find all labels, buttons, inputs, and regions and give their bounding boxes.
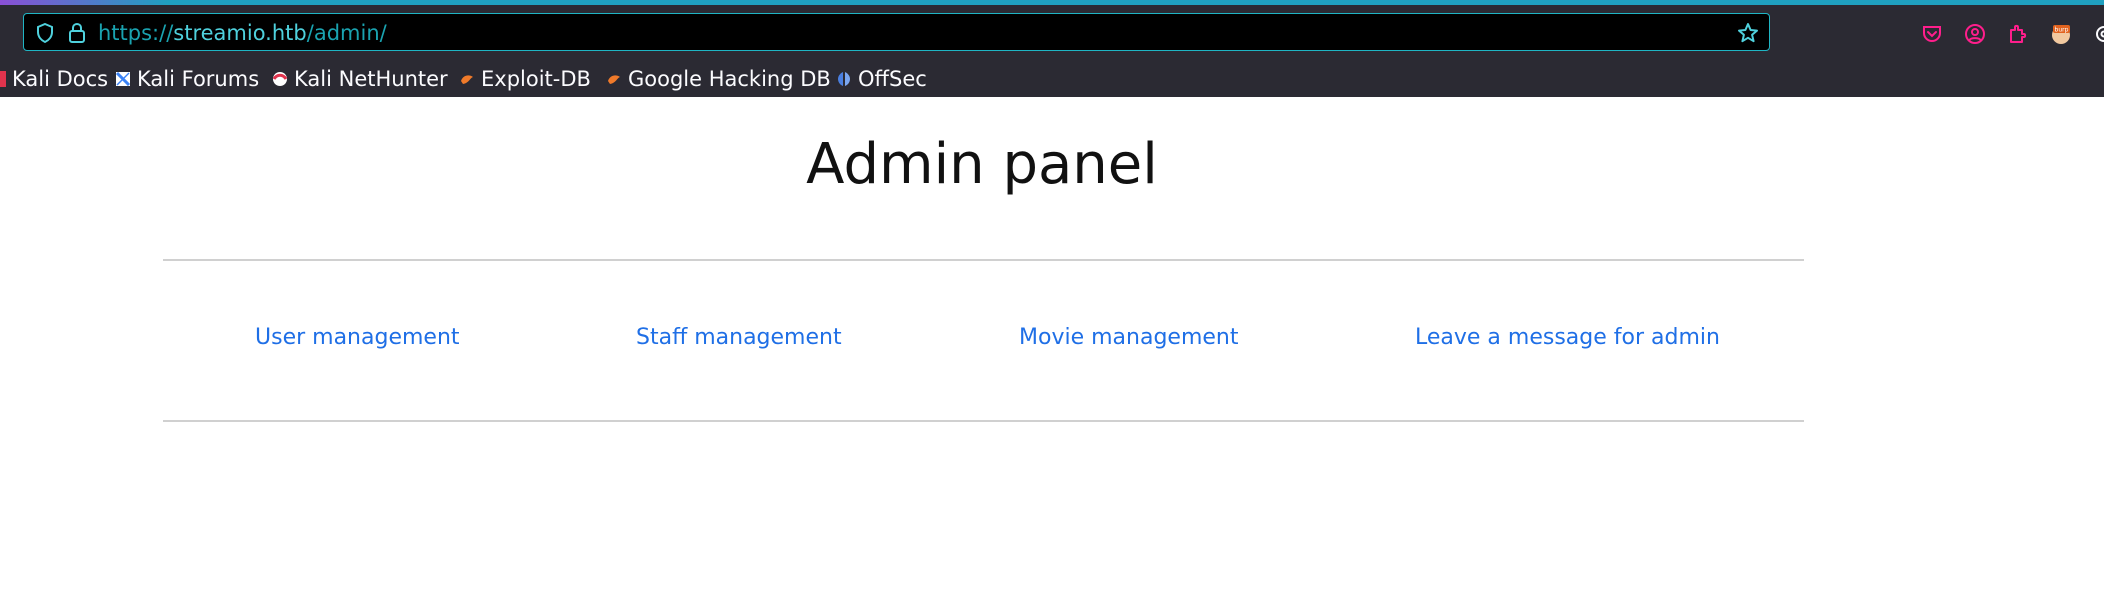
bookmark-google-hacking-db[interactable]: Google Hacking DB	[606, 65, 831, 93]
svg-text:burp: burp	[2055, 27, 2069, 34]
bookmark-label: Exploit-DB	[481, 67, 591, 91]
kali-forums-icon	[115, 71, 131, 87]
browser-chrome: https://streamio.htb/admin/ burp Kali Do…	[0, 0, 2104, 97]
bookmark-exploit-db[interactable]: Exploit-DB	[459, 65, 591, 93]
address-bar[interactable]: https://streamio.htb/admin/	[23, 13, 1770, 51]
kali-nethunter-icon	[272, 72, 288, 86]
bookmark-star-icon[interactable]	[1737, 22, 1759, 44]
bookmark-label: OffSec	[858, 67, 927, 91]
pocket-icon[interactable]	[1920, 22, 1944, 46]
settings-icon[interactable]	[2092, 22, 2104, 46]
link-movie-management[interactable]: Movie management	[1019, 325, 1238, 350]
divider-bottom	[163, 420, 1804, 422]
page-content: Admin panel User management Staff manage…	[0, 97, 2104, 603]
page-title: Admin panel	[806, 132, 1158, 197]
url-host: streamio.htb	[173, 21, 307, 45]
navigation-toolbar: https://streamio.htb/admin/ burp	[0, 5, 2104, 62]
lock-icon[interactable]	[68, 22, 86, 44]
account-icon[interactable]	[1963, 22, 1987, 46]
bookmark-label: Google Hacking DB	[628, 67, 831, 91]
tracking-shield-icon[interactable]	[36, 23, 54, 43]
ghdb-icon	[608, 75, 620, 84]
link-user-management[interactable]: User management	[255, 325, 460, 350]
kali-docs-icon	[0, 71, 6, 87]
url-scheme: https://	[98, 21, 174, 45]
link-leave-message-for-admin[interactable]: Leave a message for admin	[1415, 325, 1720, 350]
bookmark-label: Kali NetHunter	[294, 67, 448, 91]
bookmark-label: Kali Forums	[137, 67, 260, 91]
extensions-icon[interactable]	[2006, 22, 2030, 46]
url-path: /admin/	[306, 21, 387, 45]
bookmark-offsec[interactable]: OffSec	[836, 65, 927, 93]
bookmark-kali-forums[interactable]: Kali Forums	[115, 65, 259, 93]
bookmark-kali-docs[interactable]: Kali Docs	[0, 65, 108, 93]
bookmarks-toolbar: Kali Docs Kali Forums Kali NetHunter Exp…	[0, 62, 2104, 97]
divider-top	[163, 259, 1804, 261]
url-text[interactable]: https://streamio.htb/admin/	[98, 21, 387, 45]
link-staff-management[interactable]: Staff management	[636, 325, 842, 350]
bookmark-label: Kali Docs	[12, 67, 109, 91]
offsec-icon	[838, 72, 850, 86]
admin-nav: User management Staff management Movie m…	[163, 325, 1804, 355]
exploit-db-icon	[461, 75, 473, 84]
burp-icon[interactable]: burp	[2049, 22, 2073, 46]
bookmark-kali-nethunter[interactable]: Kali NetHunter	[272, 65, 448, 93]
